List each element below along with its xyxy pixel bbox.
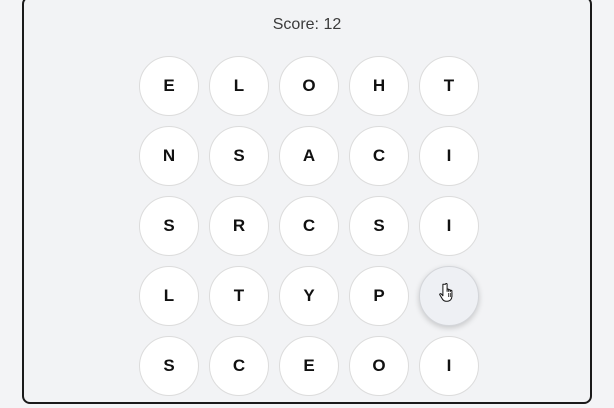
letter-tile[interactable]: S xyxy=(349,196,409,256)
score-display: Score: 12 xyxy=(272,16,342,33)
letter-tile-label: S xyxy=(163,216,175,235)
letter-tile[interactable]: S xyxy=(139,336,199,396)
letter-tile[interactable]: E xyxy=(139,56,199,116)
letter-tile[interactable]: I xyxy=(419,126,479,186)
letter-tile[interactable]: L xyxy=(209,56,269,116)
letter-tile[interactable]: C xyxy=(279,196,339,256)
letter-tile[interactable]: R xyxy=(209,196,269,256)
letter-tile[interactable]: P xyxy=(349,266,409,326)
letter-tile[interactable]: C xyxy=(209,336,269,396)
letter-tile-label: H xyxy=(372,76,386,95)
letter-tile[interactable]: H xyxy=(349,56,409,116)
game-board-frame: Score: 12 E L O H T N S A C I S R C S I L T Y P S C E O I xyxy=(22,0,592,404)
letter-tile-label: C xyxy=(302,216,316,235)
letter-tile-label: L xyxy=(233,76,245,95)
letter-tile-label: S xyxy=(163,356,175,375)
letter-tile-label: L xyxy=(163,286,175,305)
letter-tile-label: P xyxy=(373,286,385,305)
letter-tile[interactable]: E xyxy=(279,336,339,396)
letter-tile-label: O xyxy=(302,76,316,95)
letter-tile[interactable]: T xyxy=(209,266,269,326)
letter-tile[interactable]: S xyxy=(139,196,199,256)
letter-tile-label: I xyxy=(446,216,452,235)
letter-tile-label: E xyxy=(163,76,175,95)
letter-tile-label: T xyxy=(233,286,245,305)
letter-tile[interactable]: N xyxy=(139,126,199,186)
letter-tile-label: N xyxy=(162,146,176,165)
letter-tile[interactable]: A xyxy=(279,126,339,186)
hand-pointer-icon xyxy=(439,282,453,302)
letter-tile-label: C xyxy=(372,146,386,165)
letter-tile[interactable]: S xyxy=(209,126,269,186)
letter-tile-label: C xyxy=(232,356,246,375)
letter-tile[interactable]: I xyxy=(419,336,479,396)
letter-tile[interactable]: O xyxy=(279,56,339,116)
letter-tile-label: E xyxy=(303,356,315,375)
letter-tile-label: I xyxy=(446,356,452,375)
letter-tile-label: S xyxy=(373,216,385,235)
letter-tile-label: I xyxy=(446,146,452,165)
letter-tile[interactable]: Y xyxy=(279,266,339,326)
letter-grid: E L O H T N S A C I S R C S I L T Y P S C E O I xyxy=(139,56,479,396)
letter-tile[interactable]: T xyxy=(419,56,479,116)
letter-tile-label: O xyxy=(372,356,386,375)
letter-tile-label: A xyxy=(302,146,316,165)
letter-tile[interactable]: O xyxy=(349,336,409,396)
letter-tile[interactable]: I xyxy=(419,196,479,256)
letter-tile[interactable]: C xyxy=(349,126,409,186)
letter-tile-label: Y xyxy=(303,286,315,305)
letter-tile-label: T xyxy=(443,76,455,95)
letter-tile-label: S xyxy=(233,146,245,165)
letter-tile-label: R xyxy=(232,216,246,235)
letter-tile[interactable]: L xyxy=(139,266,199,326)
